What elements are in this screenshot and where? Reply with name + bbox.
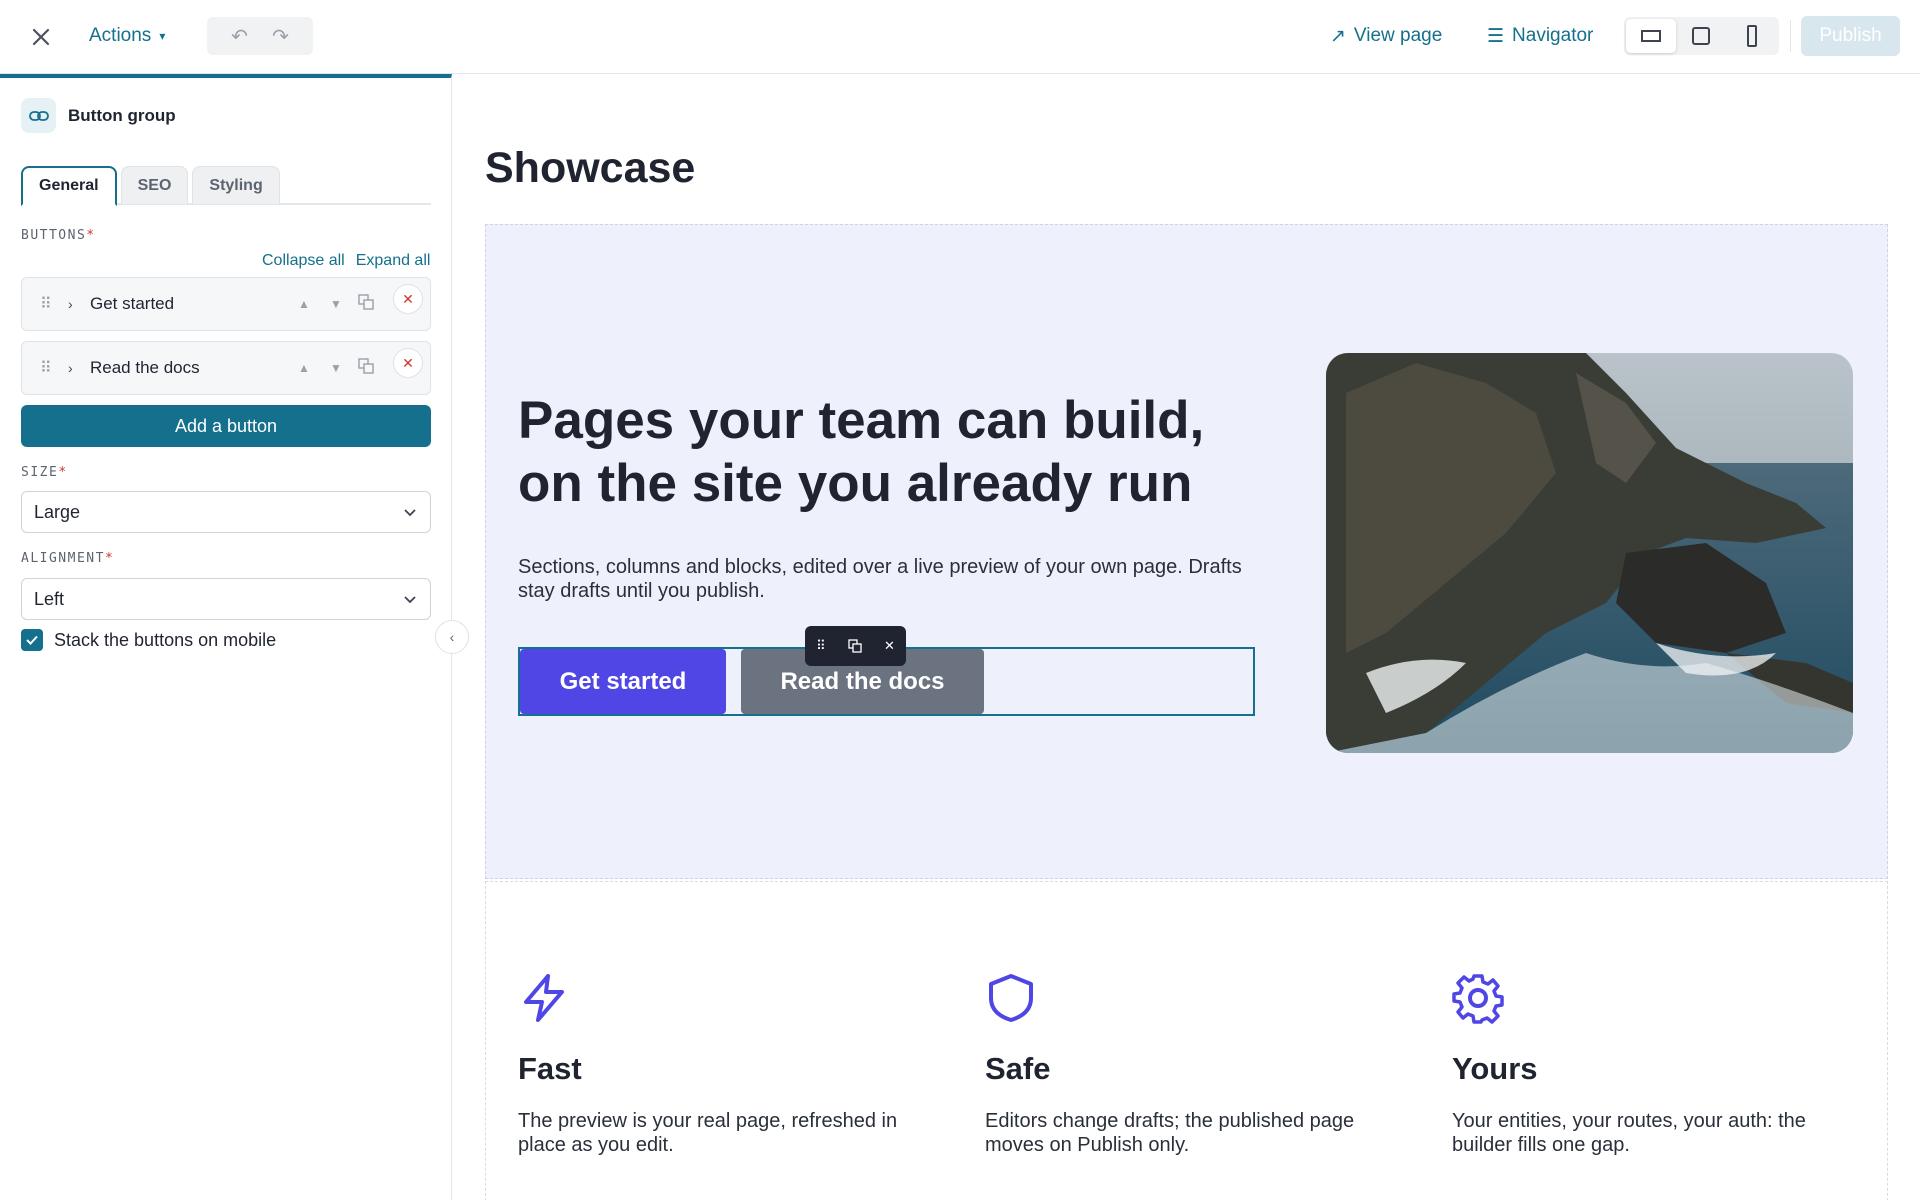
settings-sidebar: Button group General SEO Styling BUTTONS… — [0, 74, 452, 1200]
move-down-button[interactable]: ▼ — [330, 297, 342, 311]
mobile-icon — [1746, 25, 1757, 47]
external-link-icon: ↗ — [1330, 25, 1346, 47]
collapse-sidebar-button[interactable]: ‹ — [435, 620, 469, 654]
drag-handle-icon[interactable]: ⠿ — [40, 358, 52, 378]
button-item-label: Get started — [90, 294, 175, 313]
redo-button[interactable]: ↷ — [272, 24, 289, 49]
settings-tabs: General SEO Styling — [21, 166, 431, 206]
chevron-left-icon: ‹ — [449, 629, 455, 645]
duplicate-icon — [848, 639, 862, 653]
feature-card: Safe Editors change drafts; the publishe… — [985, 972, 1385, 1157]
expand-chevron-icon[interactable]: › — [68, 360, 73, 376]
tab-styling[interactable]: Styling — [192, 166, 280, 204]
gear-icon — [1452, 974, 1504, 1024]
required-marker: * — [104, 551, 115, 566]
expand-all-link[interactable]: Expand all — [356, 252, 431, 270]
move-up-button[interactable]: ▲ — [298, 361, 310, 375]
list-icon: ☰ — [1487, 25, 1505, 47]
stack-mobile-checkbox[interactable]: Stack the buttons on mobile — [21, 629, 276, 651]
feature-card: Fast The preview is your real page, refr… — [518, 972, 918, 1157]
feature-card: Yours Your entities, your routes, your a… — [1452, 972, 1852, 1157]
chevron-down-icon — [404, 509, 416, 517]
duplicate-icon — [358, 293, 374, 310]
feature-description: Editors change drafts; the published pag… — [985, 1110, 1355, 1156]
collapse-controls: Collapse all Expand all — [262, 252, 430, 270]
alignment-field-label: ALIGNMENT* — [21, 551, 115, 566]
button-item: ⠿ › Get started ▲ ▼ ✕ — [21, 277, 431, 331]
required-marker: * — [86, 228, 96, 243]
hero-paragraph: Sections, columns and blocks, edited ove… — [518, 556, 1242, 602]
actions-label: Actions — [89, 25, 152, 46]
device-switcher — [1624, 17, 1779, 55]
checkbox-checked-icon — [21, 629, 43, 651]
feature-title: Yours — [1452, 1051, 1538, 1086]
size-field-label: SIZE* — [21, 465, 68, 480]
view-page-label: View page — [1353, 25, 1443, 46]
hero-image — [1326, 353, 1853, 753]
publish-button[interactable]: Publish — [1801, 16, 1900, 56]
duplicate-block-button[interactable] — [848, 639, 862, 653]
block-floating-toolbar: ⠿ ✕ — [805, 626, 906, 666]
actions-menu-button[interactable]: Actions ▾ — [89, 22, 165, 50]
lightning-icon — [524, 974, 564, 1022]
toolbar-divider — [1790, 20, 1791, 52]
tab-seo[interactable]: SEO — [120, 166, 189, 204]
feature-title: Fast — [518, 1051, 582, 1086]
button-item: ⠿ › Read the docs ▲ ▼ ✕ — [21, 341, 431, 395]
stack-mobile-label: Stack the buttons on mobile — [54, 629, 277, 650]
duplicate-icon — [358, 357, 374, 374]
add-button-button[interactable]: Add a button — [21, 405, 431, 447]
features-section[interactable]: Fast The preview is your real page, refr… — [485, 881, 1888, 1200]
page-title: Showcase — [485, 144, 696, 192]
hero-heading: Pages your team can build, on the site y… — [518, 391, 1205, 513]
tablet-view-button[interactable] — [1676, 19, 1726, 53]
block-title: Button group — [68, 105, 176, 125]
size-select-value: Large — [34, 501, 81, 522]
desktop-view-button[interactable] — [1626, 19, 1677, 53]
size-select[interactable]: Large — [21, 491, 431, 533]
tab-general[interactable]: General — [21, 166, 117, 206]
link-icon — [21, 98, 56, 133]
button-item-label: Read the docs — [90, 358, 200, 377]
desktop-icon — [1641, 30, 1662, 42]
move-up-button[interactable]: ▲ — [298, 297, 310, 311]
remove-button[interactable]: ✕ — [393, 284, 423, 314]
remove-button[interactable]: ✕ — [393, 348, 423, 378]
get-started-button[interactable]: Get started — [520, 649, 726, 714]
shield-icon — [989, 974, 1033, 1022]
mobile-view-button[interactable] — [1727, 19, 1777, 53]
editor-toolbar: Actions ▾ ↶ ↷ ↗ View page ☰ Navigator Pu… — [0, 0, 1920, 74]
chevron-down-icon — [404, 596, 416, 604]
block-header: Button group — [21, 98, 176, 133]
expand-chevron-icon[interactable]: › — [68, 296, 73, 312]
history-controls: ↶ ↷ — [207, 17, 313, 55]
close-icon — [32, 28, 50, 46]
navigator-button[interactable]: ☰ Navigator — [1487, 22, 1593, 50]
alignment-select[interactable]: Left — [21, 578, 431, 620]
feature-description: Your entities, your routes, your auth: t… — [1452, 1110, 1806, 1156]
remove-block-button[interactable]: ✕ — [884, 638, 895, 654]
feature-description: The preview is your real page, refreshed… — [518, 1110, 898, 1156]
page-preview: Showcase Pages your team can build, on t… — [453, 75, 1920, 1200]
undo-button[interactable]: ↶ — [231, 24, 248, 49]
drag-handle-icon[interactable]: ⠿ — [40, 294, 52, 314]
collapse-all-link[interactable]: Collapse all — [262, 252, 345, 270]
hero-section[interactable]: Pages your team can build, on the site y… — [485, 224, 1888, 879]
duplicate-button[interactable] — [358, 357, 374, 379]
feature-title: Safe — [985, 1051, 1051, 1086]
move-down-button[interactable]: ▼ — [330, 361, 342, 375]
navigator-label: Navigator — [1512, 25, 1594, 46]
required-marker: * — [58, 465, 68, 480]
tablet-icon — [1692, 27, 1711, 45]
alignment-select-value: Left — [34, 588, 65, 609]
caret-down-icon: ▾ — [159, 29, 166, 43]
view-page-link[interactable]: ↗ View page — [1330, 22, 1442, 50]
buttons-field-label: BUTTONS* — [21, 228, 96, 243]
duplicate-button[interactable] — [358, 293, 374, 315]
close-button[interactable] — [26, 22, 56, 52]
drag-handle-icon[interactable]: ⠿ — [816, 638, 826, 654]
